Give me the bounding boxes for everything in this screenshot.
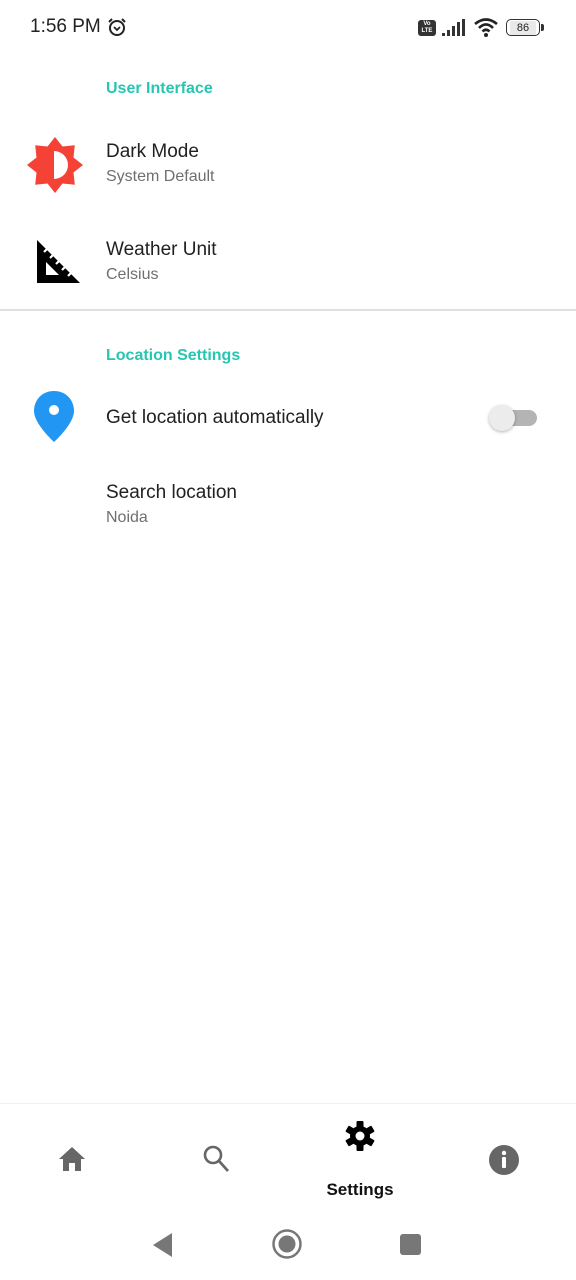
pref-summary: Noida xyxy=(106,509,148,526)
status-bar: 1:56 PM Vo LTE 86 xyxy=(0,0,576,56)
pref-summary: Celsius xyxy=(106,266,159,283)
battery-nub xyxy=(541,24,544,31)
bottom-navigation: Settings xyxy=(0,1103,576,1213)
pref-dark-mode[interactable]: Dark Mode System Default xyxy=(0,120,576,210)
back-triangle-icon[interactable] xyxy=(150,1231,176,1259)
pref-title: Dark Mode xyxy=(106,141,199,162)
set-square-ruler-icon xyxy=(37,240,80,283)
nav-label-settings: Settings xyxy=(326,1180,394,1199)
section-header-location-settings: Location Settings xyxy=(106,347,241,364)
recents-square-icon[interactable] xyxy=(399,1233,423,1257)
volte-icon: Vo LTE xyxy=(418,20,436,36)
battery-indicator: 86 xyxy=(506,19,540,36)
section-header-user-interface: User Interface xyxy=(106,80,213,97)
pref-title: Search location xyxy=(106,482,237,503)
home-icon xyxy=(59,1147,85,1171)
search-icon xyxy=(203,1145,230,1172)
status-time: 1:56 PM xyxy=(30,16,101,37)
toggle-thumb xyxy=(489,405,515,431)
pref-weather-unit[interactable]: Weather Unit Celsius xyxy=(0,218,576,308)
gear-icon xyxy=(345,1121,375,1151)
pref-summary: System Default xyxy=(106,168,215,185)
nav-item-search[interactable] xyxy=(144,1104,288,1214)
alarm-clock-icon xyxy=(108,18,126,36)
nav-item-home[interactable] xyxy=(0,1104,144,1214)
pref-title: Weather Unit xyxy=(106,239,217,260)
pref-title: Get location automatically xyxy=(106,407,324,428)
brightness-icon xyxy=(27,137,83,193)
cell-signal-icon xyxy=(442,19,465,36)
nav-item-settings[interactable]: Settings xyxy=(288,1104,432,1214)
get-location-toggle[interactable] xyxy=(489,403,539,433)
nav-item-info[interactable] xyxy=(432,1104,576,1214)
home-circle-icon[interactable] xyxy=(271,1228,303,1260)
section-divider xyxy=(0,309,576,311)
wifi-icon xyxy=(474,18,498,37)
system-navigation-bar xyxy=(0,1213,576,1280)
battery-level: 86 xyxy=(510,21,536,35)
info-icon xyxy=(489,1145,519,1175)
pref-search-location[interactable]: Search location Noida xyxy=(0,462,576,542)
location-pin-icon xyxy=(34,391,74,442)
